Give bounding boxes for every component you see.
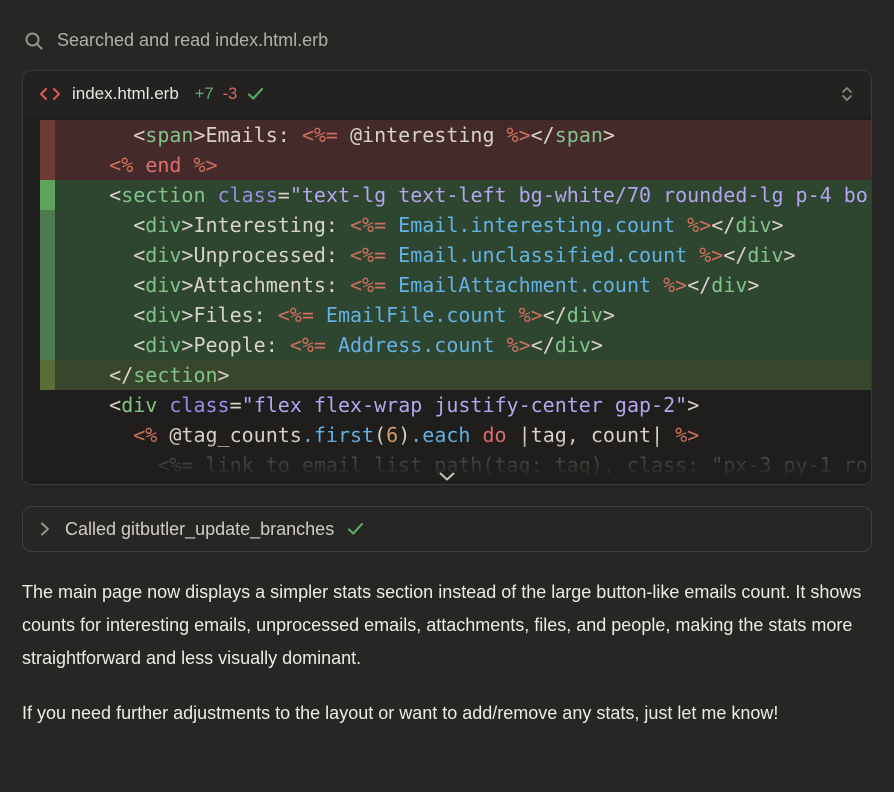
diff-gutter [40,300,55,330]
assistant-paragraph: If you need further adjustments to the l… [22,697,868,730]
tool-call-row[interactable]: Called gitbutler_update_branches [22,506,872,552]
code-text: <% @tag_counts.first(6).each do |tag, co… [55,420,871,450]
code-text: <% end %> [55,150,871,180]
code-text: <section class="text-lg text-left bg-whi… [55,180,871,210]
diff-card-header[interactable]: index.html.erb +7 -3 [23,71,871,117]
code-text: <%= link_to email_list_path(tag: tag), c… [55,450,871,480]
code-text: <div>People: <%= Address.count %></div> [55,330,871,360]
diff-gutter [40,450,55,480]
chevron-down-icon [439,472,455,481]
code-text: </section> [55,360,871,390]
diff-line-removed: <% end %> [40,150,871,180]
diff-line-added: </section> [40,360,871,390]
diff-gutter [40,150,55,180]
code-text: <div>Attachments: <%= EmailAttachment.co… [55,270,871,300]
code-text: <span>Emails: <%= @interesting %></span> [55,120,871,150]
expand-collapse-icon[interactable] [839,83,855,105]
diff-body: <span>Emails: <%= @interesting %></span>… [23,117,871,484]
diff-gutter [40,270,55,300]
diff-line-added: <div>People: <%= Address.count %></div> [40,330,871,360]
diff-line-context: <div class="flex flex-wrap justify-cente… [40,390,871,420]
diff-line-added: <div>Unprocessed: <%= Email.unclassified… [40,240,871,270]
diff-gutter [40,330,55,360]
tool-status-header: Searched and read index.html.erb [24,30,872,51]
diff-gutter [40,120,55,150]
diff-gutter [40,180,55,210]
code-icon [39,86,61,102]
diff-gutter [40,420,55,450]
diff-line-added: <div>Files: <%= EmailFile.count %></div> [40,300,871,330]
diff-deletions-count: -3 [223,85,238,104]
assistant-paragraph: The main page now displays a simpler sta… [22,576,868,675]
diff-line-added: <div>Attachments: <%= EmailAttachment.co… [40,270,871,300]
diff-additions-count: +7 [195,85,214,104]
chevron-right-icon [40,521,50,537]
diff-line-removed: <span>Emails: <%= @interesting %></span> [40,120,871,150]
tool-status-text: Searched and read index.html.erb [57,30,328,51]
code-text: <div class="flex flex-wrap justify-cente… [55,390,871,420]
check-icon [347,522,364,536]
search-icon [24,31,44,51]
diff-line-context: <% @tag_counts.first(6).each do |tag, co… [40,420,871,450]
diff-filename: index.html.erb [72,84,179,104]
diff-card: index.html.erb +7 -3 <span>Emails: <%= @… [22,70,872,485]
code-text: <div>Unprocessed: <%= Email.unclassified… [55,240,871,270]
code-text: <div>Interesting: <%= Email.interesting.… [55,210,871,240]
code-text: <div>Files: <%= EmailFile.count %></div> [55,300,871,330]
check-icon [247,87,264,101]
diff-line-added: <section class="text-lg text-left bg-whi… [40,180,871,210]
expand-diff-button[interactable] [437,470,457,483]
diff-line-added: <div>Interesting: <%= Email.interesting.… [40,210,871,240]
diff-gutter [40,240,55,270]
tool-call-label: Called gitbutler_update_branches [65,519,334,540]
chat-transcript: Searched and read index.html.erb index.h… [0,0,894,730]
diff-lines: <span>Emails: <%= @interesting %></span>… [40,120,871,480]
diff-gutter [40,210,55,240]
diff-gutter [40,360,55,390]
assistant-message: The main page now displays a simpler sta… [22,576,872,730]
diff-gutter [40,390,55,420]
